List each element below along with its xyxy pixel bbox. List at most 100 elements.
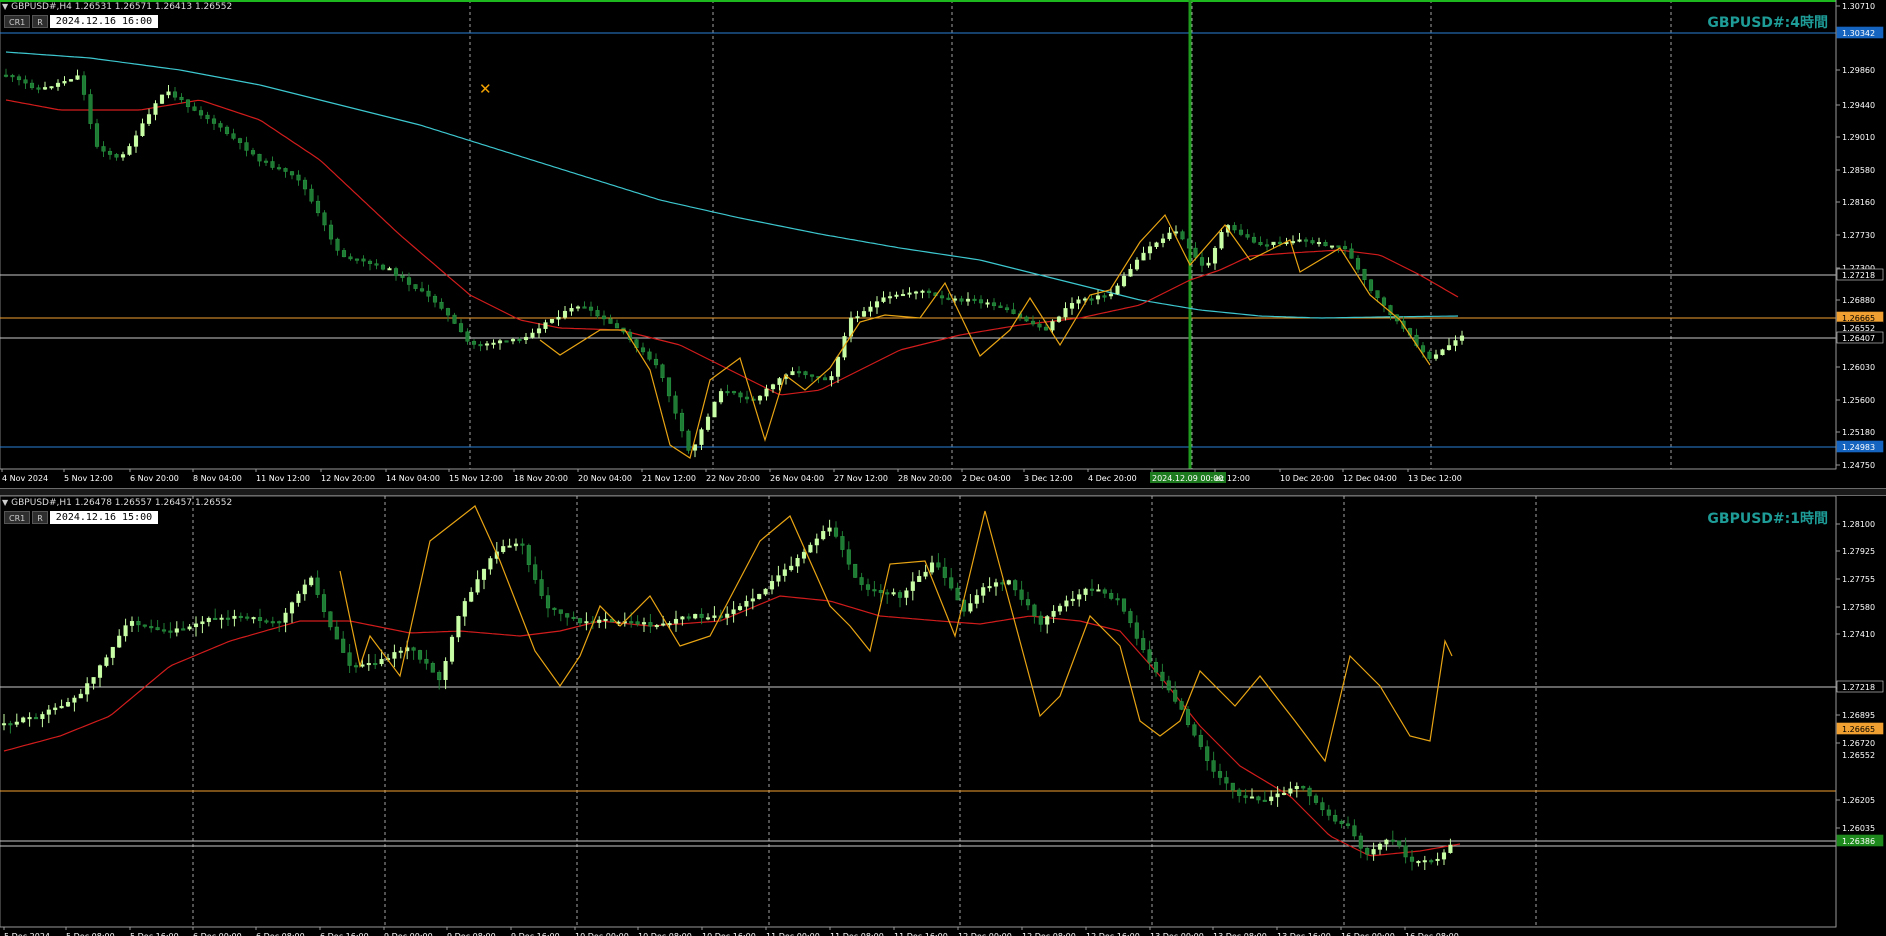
h1-chart-canvas[interactable]: 1.281001.279251.277551.275801.274101.270… — [0, 496, 1886, 936]
candle — [1275, 793, 1280, 798]
candle — [1141, 252, 1146, 261]
candle — [1281, 792, 1287, 795]
candle — [1134, 622, 1139, 639]
candle — [456, 616, 461, 638]
candle — [1096, 589, 1101, 592]
candle — [270, 161, 275, 168]
candle — [1095, 295, 1101, 300]
candle — [129, 621, 135, 626]
candle — [117, 635, 122, 648]
plot-area[interactable] — [0, 496, 1837, 928]
candle — [640, 347, 646, 353]
candle — [517, 339, 522, 342]
candle — [673, 395, 678, 414]
candle — [75, 75, 80, 80]
candle — [985, 302, 990, 305]
candle — [887, 296, 893, 299]
price-tick-label: 1.29010 — [1842, 133, 1875, 142]
time-tick-label: 15 Nov 12:00 — [449, 474, 503, 483]
candle — [481, 568, 487, 580]
candle — [891, 592, 896, 595]
candle — [10, 75, 15, 78]
candle — [475, 579, 480, 593]
candle — [582, 306, 587, 309]
candle — [219, 617, 224, 620]
candle — [49, 86, 54, 89]
price-tag-label: 1.26552 — [1842, 324, 1875, 333]
price-tick-label: 1.26030 — [1842, 363, 1875, 372]
time-tick-label: 6 Dec 08:00 — [256, 932, 305, 936]
candle — [341, 638, 346, 653]
candle — [1441, 852, 1447, 860]
candle — [1056, 316, 1062, 322]
h4-ohlc-text: GBPUSD#,H4 1.26531 1.26571 1.26413 1.265… — [11, 2, 233, 12]
candle — [398, 650, 403, 653]
candle — [172, 91, 178, 98]
candle — [1057, 605, 1063, 612]
candle — [101, 146, 106, 152]
candle — [978, 299, 984, 304]
candle — [458, 323, 464, 333]
candle — [1030, 320, 1036, 325]
candle — [231, 133, 236, 139]
candle — [725, 391, 730, 394]
r-button[interactable]: R — [32, 15, 48, 28]
candle — [917, 576, 922, 582]
h4-chart-pane[interactable]: 1.30710 1.29860 1.29440 1.29010 1.28580 1.281… — [0, 0, 1886, 488]
collapse-triangle-icon[interactable]: ▼ — [2, 498, 8, 507]
time-tick-label: 6 Dec 00:00 — [193, 932, 242, 936]
pane-separator[interactable] — [0, 488, 1886, 496]
time-tick-label: 12 Dec 00:00 — [958, 932, 1012, 936]
h4-chart-canvas[interactable]: 1.30710 1.29860 1.29440 1.29010 1.28580 1.281… — [0, 0, 1886, 488]
candle — [913, 291, 919, 294]
candle — [166, 91, 171, 96]
candle — [1166, 680, 1171, 691]
r-button[interactable]: R — [32, 511, 48, 524]
candle — [1342, 246, 1348, 250]
candle — [1326, 809, 1331, 816]
candle — [1051, 610, 1056, 617]
candle — [1219, 232, 1224, 249]
candle — [1004, 307, 1010, 311]
candle — [942, 566, 947, 578]
candle — [1109, 593, 1114, 599]
candle — [23, 79, 28, 84]
candle — [1333, 815, 1338, 822]
candle — [65, 702, 71, 707]
candle — [1349, 248, 1354, 259]
price-tick-label: 1.25600 — [1842, 396, 1875, 405]
candle — [1025, 599, 1031, 606]
price-tag-label: 1.26407 — [1842, 334, 1875, 343]
candle — [3, 74, 9, 77]
h1-chart-pane[interactable]: 1.281001.279251.277551.275801.274101.270… — [0, 496, 1886, 936]
candle — [1128, 611, 1133, 624]
collapse-triangle-icon[interactable]: ▼ — [2, 2, 8, 11]
candle — [193, 623, 199, 628]
candle — [14, 721, 19, 725]
candle — [1358, 835, 1363, 849]
candle — [558, 609, 563, 614]
plot-area[interactable] — [0, 0, 1837, 470]
candle — [1362, 268, 1367, 280]
candle — [179, 96, 184, 101]
candle — [1006, 580, 1011, 585]
candle — [1313, 795, 1319, 803]
candle — [1083, 588, 1088, 595]
candle — [94, 123, 100, 147]
time-tick-label: 11 Nov 12:00 — [256, 474, 310, 483]
price-tag-label: 1.30342 — [1842, 29, 1875, 38]
candle — [484, 343, 490, 346]
candle — [127, 146, 132, 155]
candle — [218, 123, 223, 128]
candle — [1446, 345, 1452, 350]
candle — [1294, 786, 1299, 790]
candle — [263, 160, 269, 163]
candle — [213, 617, 218, 620]
time-tick-label: 12 Nov 20:00 — [321, 474, 375, 483]
candle — [868, 306, 873, 312]
cr1-button[interactable]: CR1 — [4, 15, 31, 28]
cr1-button[interactable]: CR1 — [4, 511, 31, 524]
candle — [374, 263, 379, 266]
price-tag-label: 1.26665 — [1842, 314, 1875, 323]
candle — [1297, 239, 1302, 242]
